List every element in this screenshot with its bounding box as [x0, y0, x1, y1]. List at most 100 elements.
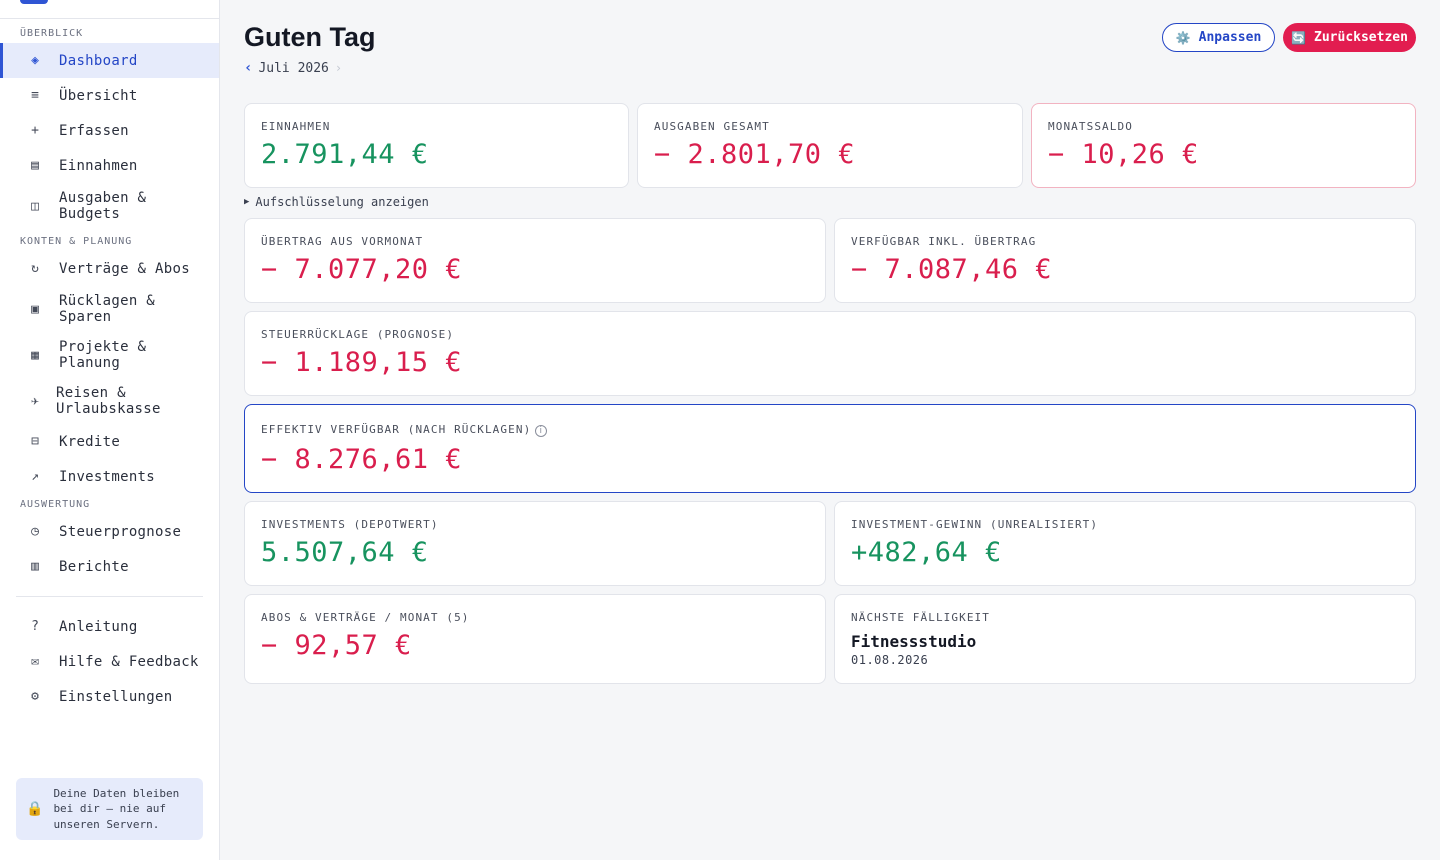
next-due-title: Fitnessstudio — [851, 632, 977, 651]
income-icon: ▤ — [31, 158, 39, 173]
sidebar-item-label: Projekte & Planung — [59, 339, 147, 371]
sidebar-item-projects[interactable]: ▦ Projekte & Planung — [0, 332, 219, 378]
current-month: Juli 2026 — [258, 60, 329, 76]
sidebar-item-label: Einnahmen — [59, 157, 138, 174]
sidebar-item-help-feedback[interactable]: ✉ Hilfe & Feedback — [0, 644, 219, 679]
customize-button-label: Anpassen — [1198, 30, 1262, 45]
sidebar-item-label: Berichte — [59, 558, 129, 575]
card-label: STEUERRÜCKLAGE (PROGNOSE) — [261, 328, 455, 341]
card-label: INVESTMENT-GEWINN (UNREALISIERT) — [851, 518, 1099, 531]
card-label: MONATSSALDO — [1048, 120, 1133, 133]
sidebar: ÜBERBLICK ◈ Dashboard ≡ Übersicht + Erfa… — [0, 0, 220, 860]
mail-icon: ✉ — [31, 654, 39, 669]
card-next-due: NÄCHSTE FÄLLIGKEIT Fitnessstudio 01.08.2… — [834, 594, 1416, 684]
card-value: − 1.189,15 € — [261, 347, 463, 378]
sidebar-item-overview[interactable]: ≡ Übersicht — [0, 78, 219, 113]
menu-lines-icon: ≡ — [31, 88, 39, 103]
card-label: VERFÜGBAR INKL. ÜBERTRAG — [851, 235, 1037, 248]
sidebar-item-label: Einstellungen — [59, 688, 173, 705]
refresh-icon: 🔄 — [1291, 30, 1307, 45]
card-value: 5.507,64 € — [261, 537, 429, 568]
card-label: EFFEKTIV VERFÜGBAR (NACH RÜCKLAGEN) i — [261, 423, 548, 437]
sidebar-item-label: Anleitung — [59, 618, 138, 635]
gear-icon: ⚙ — [31, 689, 39, 704]
section-label-evaluation: AUSWERTUNG — [20, 499, 91, 510]
card-value: − 7.087,46 € — [851, 254, 1053, 285]
sidebar-item-label: Verträge & Abos — [59, 260, 190, 277]
section-label-overview: ÜBERBLICK — [20, 28, 84, 39]
sidebar-item-travel[interactable]: ✈ Reisen & Urlaubskasse — [0, 378, 219, 424]
sidebar-item-investments[interactable]: ↗ Investments — [0, 459, 219, 494]
section-label-accounts: KONTEN & PLANUNG — [20, 236, 133, 247]
reset-button[interactable]: 🔄 Zurücksetzen — [1283, 23, 1416, 52]
card-income: EINNAHMEN 2.791,44 € — [244, 103, 629, 188]
card-label: NÄCHSTE FÄLLIGKEIT — [851, 611, 991, 624]
sidebar-divider — [16, 596, 203, 597]
card-subscriptions: ABOS & VERTRÄGE / MONAT (5) − 92,57 € — [244, 594, 826, 684]
gear-icon: ⚙️ — [1175, 30, 1191, 45]
card-label: INVESTMENTS (DEPOTWERT) — [261, 518, 439, 531]
sidebar-item-label: Übersicht — [59, 87, 138, 104]
sidebar-item-label: Erfassen — [59, 122, 129, 139]
card-expenses: AUSGABEN GESAMT − 2.801,70 € — [637, 103, 1023, 188]
sidebar-item-label: Investments — [59, 468, 156, 485]
card-investment-gain: INVESTMENT-GEWINN (UNREALISIERT) +482,64… — [834, 501, 1416, 586]
sidebar-item-label: Reisen & Urlaubskasse — [56, 385, 161, 417]
sidebar-item-label: Kredite — [59, 433, 121, 450]
piggy-bank-icon: ▣ — [31, 301, 39, 317]
card-label: ÜBERTRAG AUS VORMONAT — [261, 235, 424, 248]
card-tax-reserve: STEUERRÜCKLAGE (PROGNOSE) − 1.189,15 € — [244, 311, 1416, 396]
sidebar-item-settings[interactable]: ⚙ Einstellungen — [0, 679, 219, 714]
question-icon: ? — [31, 619, 39, 634]
app-logo[interactable] — [20, 0, 48, 4]
card-value: 2.791,44 € — [261, 139, 429, 170]
card-label-text: EFFEKTIV VERFÜGBAR (NACH RÜCKLAGEN) — [261, 423, 532, 436]
sidebar-item-guide[interactable]: ? Anleitung — [0, 609, 219, 644]
reset-button-label: Zurücksetzen — [1314, 30, 1408, 45]
card-label: EINNAHMEN — [261, 120, 331, 133]
report-icon: ▥ — [31, 559, 39, 574]
card-value: − 8.276,61 € — [261, 444, 463, 475]
sidebar-item-reports[interactable]: ▥ Berichte — [0, 549, 219, 584]
next-due-date: 01.08.2026 — [851, 653, 929, 667]
wallet-icon: ◫ — [31, 198, 39, 214]
sidebar-item-dashboard[interactable]: ◈ Dashboard — [0, 43, 219, 78]
trend-up-icon: ↗ — [31, 469, 39, 484]
card-carryover: ÜBERTRAG AUS VORMONAT − 7.077,20 € — [244, 218, 826, 303]
sidebar-item-label: Ausgaben & Budgets — [59, 190, 147, 222]
sidebar-item-tax-forecast[interactable]: ◷ Steuerprognose — [0, 514, 219, 549]
card-label: AUSGABEN GESAMT — [654, 120, 770, 133]
sidebar-item-savings[interactable]: ▣ Rücklagen & Sparen — [0, 286, 219, 332]
sidebar-item-label: Dashboard — [59, 52, 138, 69]
airplane-icon: ✈ — [31, 393, 39, 409]
card-value: − 7.077,20 € — [261, 254, 463, 285]
sidebar-item-label: Rücklagen & Sparen — [59, 293, 156, 325]
card-available-incl-carryover: VERFÜGBAR INKL. ÜBERTRAG − 7.087,46 € — [834, 218, 1416, 303]
lock-icon: 🔒 — [26, 801, 44, 817]
caret-right-icon: ▶ — [244, 197, 250, 207]
card-value: − 92,57 € — [261, 630, 412, 661]
sidebar-item-loans[interactable]: ⊟ Kredite — [0, 424, 219, 459]
sidebar-item-contracts[interactable]: ↻ Verträge & Abos — [0, 251, 219, 286]
chevron-right-icon[interactable]: › — [335, 61, 342, 75]
page-title: Guten Tag — [244, 22, 376, 52]
sidebar-item-expenses-budgets[interactable]: ◫ Ausgaben & Budgets — [0, 183, 219, 229]
card-value: +482,64 € — [851, 537, 1002, 568]
diamond-icon: ◈ — [31, 53, 39, 68]
chevron-left-icon[interactable]: ‹ — [244, 60, 252, 76]
calendar-icon: ▦ — [31, 347, 39, 363]
privacy-text: Deine Daten bleiben bei dir – nie auf un… — [53, 786, 180, 831]
month-navigator: ‹ Juli 2026 › — [244, 60, 342, 76]
breakdown-toggle[interactable]: ▶ Aufschlüsselung anzeigen — [244, 195, 429, 209]
sidebar-item-record[interactable]: + Erfassen — [0, 113, 219, 148]
card-monthly-balance: MONATSSALDO − 10,26 € — [1031, 103, 1416, 188]
info-icon[interactable]: i — [535, 425, 548, 437]
card-label: ABOS & VERTRÄGE / MONAT (5) — [261, 611, 470, 624]
customize-button[interactable]: ⚙️ Anpassen — [1162, 23, 1275, 52]
plus-icon: + — [31, 123, 39, 138]
sidebar-item-income[interactable]: ▤ Einnahmen — [0, 148, 219, 183]
card-investments: INVESTMENTS (DEPOTWERT) 5.507,64 € — [244, 501, 826, 586]
refresh-icon: ↻ — [31, 261, 39, 276]
clock-icon: ◷ — [31, 524, 39, 539]
bank-icon: ⊟ — [31, 434, 39, 449]
